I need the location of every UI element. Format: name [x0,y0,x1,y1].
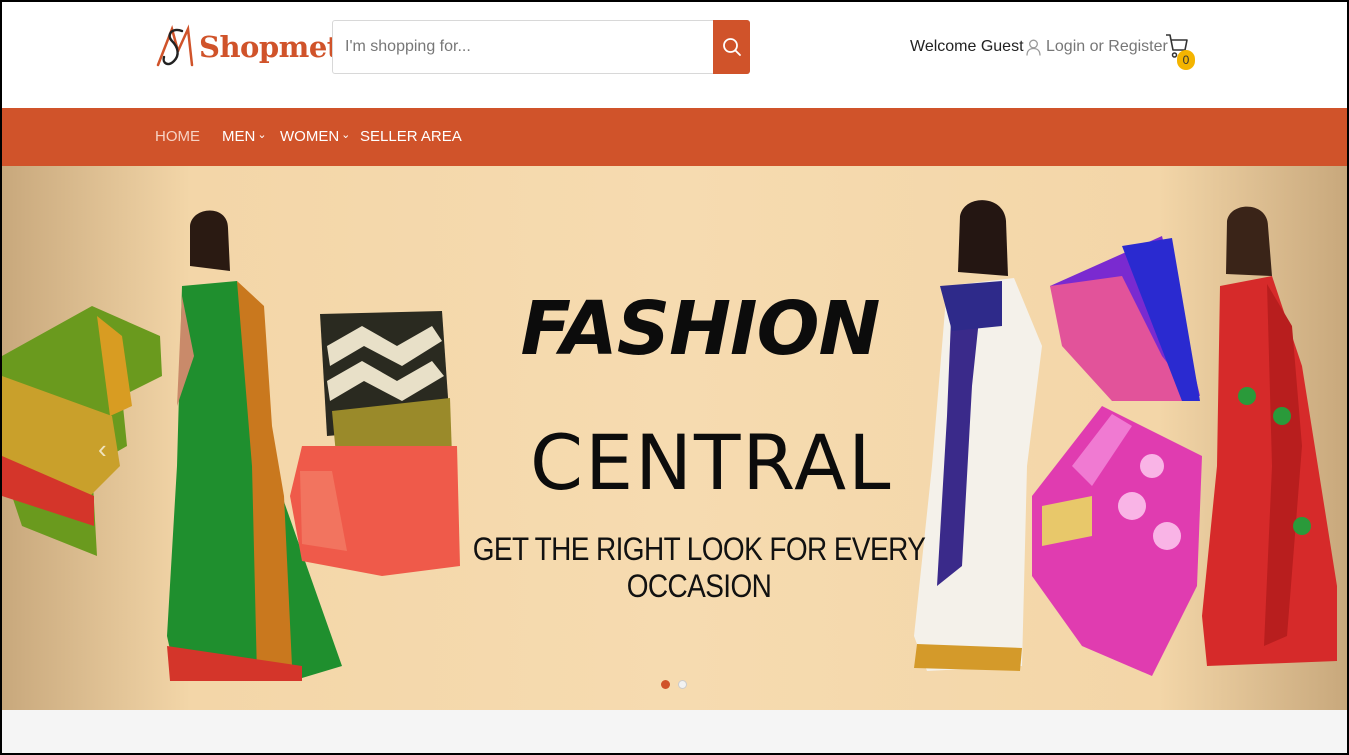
nav-item-label: MEN [222,128,256,145]
search-bar [332,20,750,74]
content-area-top [2,710,1347,753]
carousel-dot-2[interactable] [678,680,687,689]
user-icon [1026,39,1041,56]
search-input[interactable] [333,21,713,73]
welcome-text: Welcome Guest [910,38,1024,55]
banner-headline-fashion: FASHION [520,286,881,372]
logo-mark-icon [156,24,194,67]
chevron-left-icon[interactable]: ‹ [98,434,107,465]
nav-item-label: WOMEN [280,128,340,145]
chevron-down-icon: ⌄ [341,129,351,141]
carousel-dot-1[interactable] [661,680,670,689]
nav-item-label: SELLER AREA [360,128,462,145]
nav-item-home[interactable]: HOME [155,108,200,166]
model-red-saree [1202,206,1337,666]
carousel-dots [661,680,687,689]
model-green-saree [167,210,342,681]
login-register-label: Login or Register [1046,38,1168,55]
login-register-link[interactable]: Login or Register [1026,38,1168,56]
cart-button[interactable]: 0 [1164,32,1198,72]
search-button[interactable] [713,20,750,74]
nav-item-label: HOME [155,128,200,145]
cart-count-badge: 0 [1177,50,1195,70]
folded-saree-blue-pink [1050,236,1200,401]
banner-headline-central: CENTRAL [530,418,893,507]
site-header: Shopmet Welcome Guest Login or Register [2,2,1347,108]
site-logo[interactable]: Shopmet [154,20,340,74]
chevron-down-icon: ⌄ [257,129,267,141]
folded-saree-magenta [1032,406,1202,676]
nav-item-seller-area[interactable]: SELLER AREA [360,108,462,166]
banner-tagline: GET THE RIGHT LOOK FOR EVERY OCCASION [472,531,926,604]
nav-item-men[interactable]: MEN ⌄ [222,108,267,166]
main-nav: HOME MEN ⌄ WOMEN ⌄ SELLER AREA [2,108,1347,166]
search-icon [722,38,741,56]
page-frame: Shopmet Welcome Guest Login or Register [2,2,1347,753]
logo-text: Shopmet [199,30,340,64]
folded-saree-black-pink [290,311,460,576]
folded-saree-left [2,306,162,556]
hero-banner: ‹ FASHION CENTRAL GET THE RIGHT LOOK FOR… [2,166,1347,710]
nav-item-women[interactable]: WOMEN ⌄ [280,108,350,166]
